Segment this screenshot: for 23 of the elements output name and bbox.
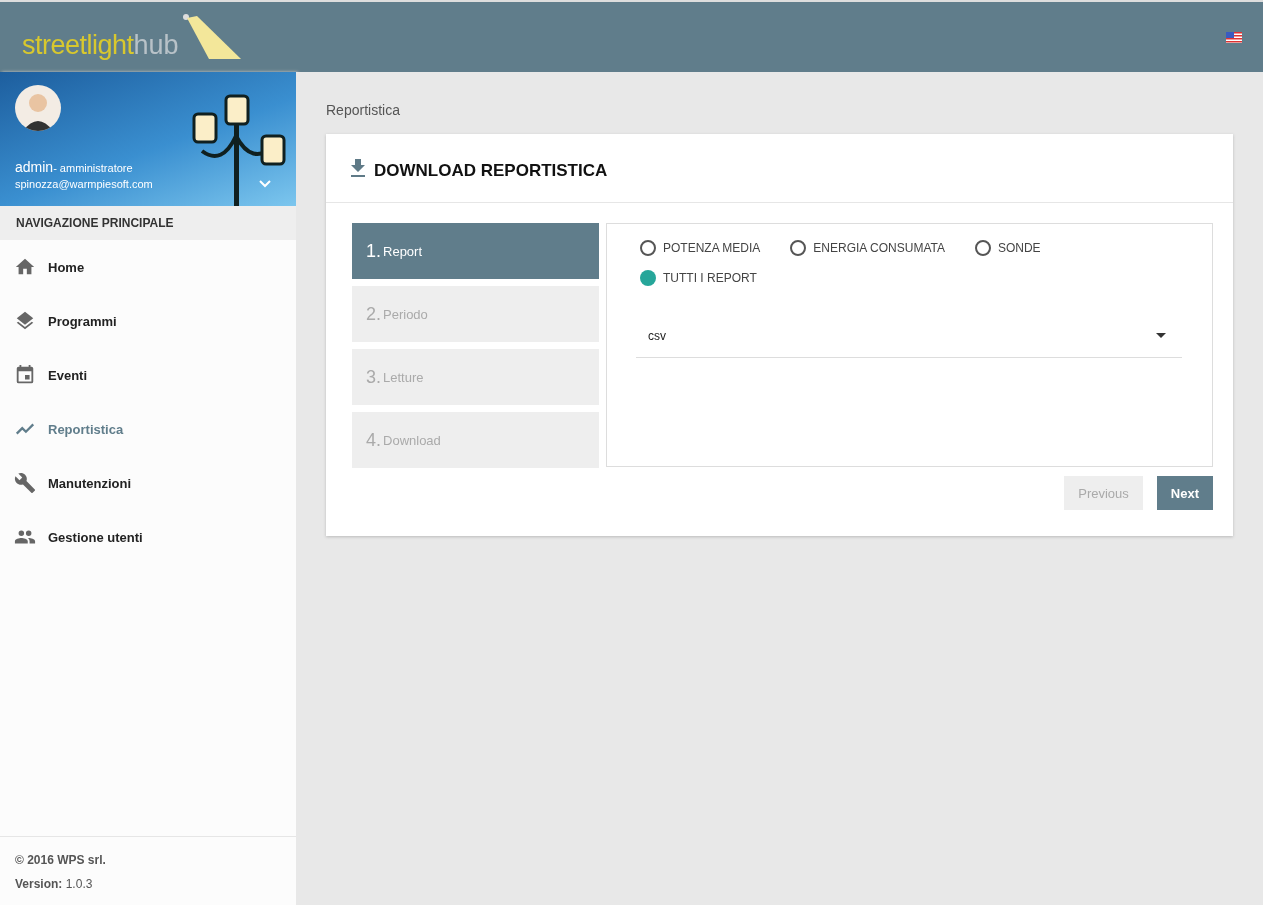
logo-text: streetlight: [22, 30, 134, 61]
report-type-radio[interactable]: POTENZA MEDIA: [640, 240, 761, 256]
wizard-step-tab[interactable]: 1.Report: [352, 223, 599, 279]
logo-text: hub: [133, 30, 179, 61]
page-title: Reportistica: [326, 102, 401, 120]
report-type-radio[interactable]: TUTTI I REPORT: [640, 270, 757, 286]
nav-item[interactable]: Gestione utenti: [0, 510, 296, 564]
nav-item[interactable]: Programmi: [0, 294, 296, 348]
user-email: spinozza@warmpiesoft.com: [15, 178, 153, 190]
user-name: admin: [15, 159, 54, 175]
report-type-radio[interactable]: ENERGIA CONSUMATA: [790, 240, 945, 256]
user-role: - amministratore: [53, 162, 133, 174]
copyright-text: © 2016 WPS srl.: [15, 853, 107, 867]
card-title: DOWNLOAD REPORTISTICA: [374, 160, 608, 181]
version-text: Version: 1.0.3: [15, 877, 94, 891]
format-select[interactable]: csv: [636, 314, 1182, 358]
nav-item[interactable]: Reportistica: [0, 402, 296, 456]
next-button[interactable]: Next: [1156, 476, 1213, 510]
nav-item[interactable]: Eventi: [0, 348, 296, 402]
nav-section-title: NAVIGAZIONE PRINCIPALE: [0, 206, 296, 240]
report-type-radio[interactable]: SONDE: [974, 240, 1041, 256]
nav-item[interactable]: Home: [0, 240, 296, 294]
nav-item[interactable]: Manutenzioni: [0, 456, 296, 510]
